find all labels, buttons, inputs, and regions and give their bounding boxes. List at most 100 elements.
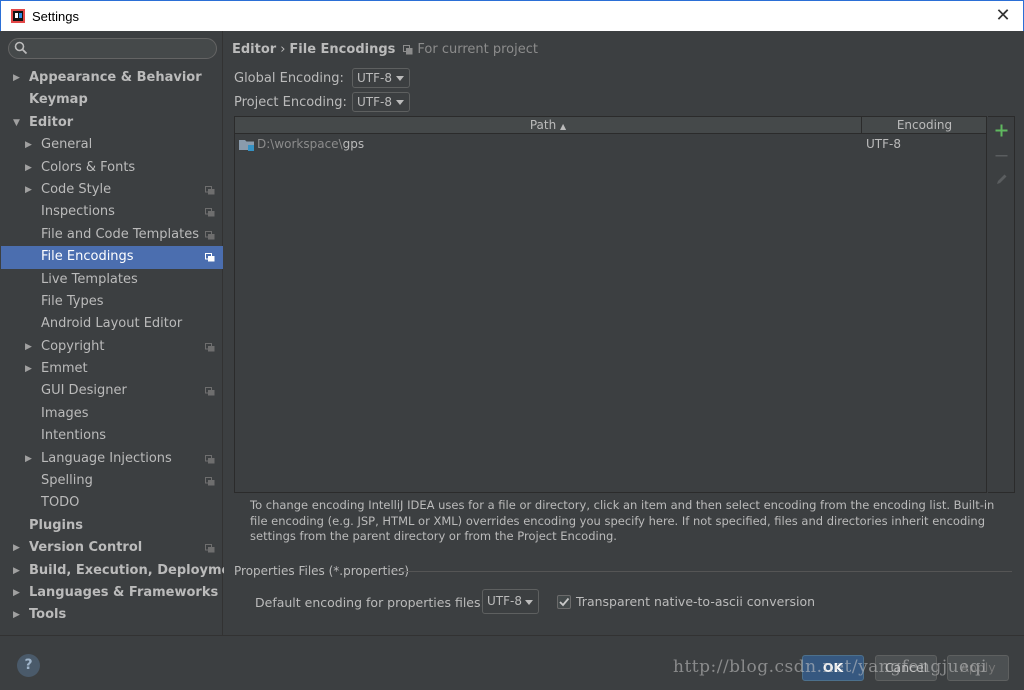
sidebar-item-label: File and Code Templates	[41, 226, 199, 242]
chevron-down-icon	[396, 76, 404, 81]
encoding-cell[interactable]: UTF-8	[866, 137, 901, 151]
sidebar-item-file-encodings[interactable]: File Encodings	[1, 246, 223, 269]
edit-mapping-button[interactable]	[988, 167, 1014, 191]
sidebar-item-emmet[interactable]: ▶ Emmet	[1, 358, 223, 380]
chevron-right-icon[interactable]: ▶	[13, 582, 20, 604]
chevron-right-icon[interactable]: ▶	[25, 157, 32, 179]
project-scope-icon	[205, 230, 215, 240]
sidebar-item-live-templates[interactable]: Live Templates	[1, 269, 223, 291]
plus-icon	[995, 124, 1007, 136]
sidebar-item-images[interactable]: Images	[1, 403, 223, 425]
sidebar-item-label: Images	[41, 405, 89, 421]
sidebar-item-label: Appearance & Behavior	[29, 70, 202, 85]
chevron-down-icon[interactable]: ▼	[13, 112, 20, 134]
sidebar-item-file-and-code-templates[interactable]: File and Code Templates	[1, 224, 223, 246]
sidebar-item-label: Build, Execution, Deployment	[29, 562, 246, 578]
sidebar-item-inspections[interactable]: Inspections	[1, 201, 223, 223]
sidebar-item-label: Emmet	[41, 361, 88, 377]
global-encoding-select[interactable]: UTF-8	[352, 68, 410, 88]
help-button[interactable]: ?	[17, 654, 40, 677]
search-input[interactable]	[8, 38, 217, 59]
sidebar-item-intentions[interactable]: Intentions	[1, 425, 223, 447]
sidebar-item-label: Spelling	[41, 473, 93, 489]
sidebar-item-keymap[interactable]: Keymap	[1, 89, 223, 111]
remove-mapping-button[interactable]	[988, 143, 1014, 167]
breadcrumb: Editor › File Encodings For current proj…	[232, 42, 538, 57]
sidebar-item-spelling[interactable]: Spelling	[1, 470, 223, 492]
close-window-button[interactable]: ✕	[993, 6, 1013, 26]
settings-tree: ▶ Appearance & Behavior Keymap ▼ Editor ▶ Gene…	[1, 67, 246, 627]
chevron-right-icon[interactable]: ▶	[13, 537, 20, 559]
sidebar-item-todo[interactable]: TODO	[1, 492, 223, 514]
chevron-right-icon[interactable]: ▶	[25, 336, 32, 358]
sidebar-item-gui-designer[interactable]: GUI Designer	[1, 380, 223, 402]
encoding-column-header[interactable]: Encoding	[863, 117, 986, 134]
sidebar-item-label: Inspections	[41, 204, 115, 220]
sidebar-item-appearance-behavior[interactable]: ▶ Appearance & Behavior	[1, 67, 223, 89]
global-encoding-value: UTF-8	[357, 71, 392, 85]
sidebar-item-label: Language Injections	[41, 450, 172, 466]
sidebar-item-label: Code Style	[41, 181, 112, 197]
project-scope-icon	[205, 342, 215, 352]
module-folder-icon	[239, 140, 254, 151]
sidebar-item-label: Live Templates	[41, 271, 138, 287]
chevron-right-icon[interactable]: ▶	[13, 604, 20, 626]
sidebar-item-build-execution-deployment[interactable]: ▶ Build, Execution, Deployment	[1, 560, 246, 582]
title-bar: Settings ✕	[0, 0, 1024, 31]
project-encoding-select[interactable]: UTF-8	[352, 92, 410, 112]
sidebar-item-languages-frameworks[interactable]: ▶ Languages & Frameworks	[1, 582, 223, 604]
add-mapping-button[interactable]	[988, 118, 1014, 142]
encoding-help-text: To change encoding IntelliJ IDEA uses fo…	[250, 498, 995, 543]
sidebar-item-android-layout-editor[interactable]: Android Layout Editor	[1, 313, 223, 335]
chevron-right-icon[interactable]: ▶	[13, 560, 20, 582]
encoding-mapping-table: Path ▲ Encoding D:\workspace\gps UTF-8	[234, 116, 987, 493]
sidebar-item-label: Version Control	[29, 540, 143, 556]
sidebar-item-label: Plugins	[29, 517, 83, 533]
breadcrumb-current: File Encodings	[289, 42, 396, 57]
sidebar-item-editor[interactable]: ▼ Editor	[1, 112, 223, 134]
sidebar-item-language-injections[interactable]: ▶ Language Injections	[1, 448, 223, 470]
intellij-logo-icon	[11, 9, 25, 23]
project-scope-icon	[205, 208, 215, 217]
breadcrumb-parent: Editor	[232, 42, 277, 57]
table-toolbar	[988, 116, 1015, 493]
properties-encoding-select[interactable]: UTF-8	[482, 589, 539, 614]
sidebar-item-copyright[interactable]: ▶ Copyright	[1, 336, 223, 358]
sort-ascending-icon: ▲	[560, 122, 567, 131]
sidebar-item-version-control[interactable]: ▶ Version Control	[1, 537, 223, 559]
sidebar-item-tools[interactable]: ▶ Tools	[1, 604, 223, 626]
sidebar-item-general[interactable]: ▶ General	[1, 134, 223, 156]
table-row[interactable]: D:\workspace\gps UTF-8	[235, 134, 986, 154]
file-encodings-panel: Editor › File Encodings For current proj…	[224, 31, 1024, 635]
dialog-footer: ? OK Cancel Apply http://blog.csdn.net/y…	[0, 635, 1024, 690]
sidebar-item-label: File Types	[41, 293, 104, 309]
sidebar-item-file-types[interactable]: File Types	[1, 291, 223, 313]
sidebar-item-label: General	[41, 137, 93, 153]
native-to-ascii-label[interactable]: Transparent native-to-ascii conversion	[576, 594, 815, 609]
breadcrumb-separator: ›	[280, 42, 286, 57]
project-scope-icon	[205, 454, 215, 464]
sidebar-item-plugins[interactable]: Plugins	[1, 515, 223, 537]
chevron-down-icon	[525, 600, 533, 605]
chevron-right-icon[interactable]: ▶	[25, 448, 32, 470]
native-to-ascii-checkbox[interactable]	[557, 595, 571, 609]
chevron-right-icon[interactable]: ▶	[25, 134, 32, 156]
chevron-right-icon[interactable]: ▶	[25, 179, 32, 201]
path-column-header[interactable]: Path ▲	[235, 117, 862, 134]
project-scope-icon	[205, 185, 215, 195]
sidebar-item-label: Colors & Fonts	[41, 159, 136, 175]
minus-icon	[995, 154, 1007, 156]
project-scope-icon	[205, 387, 215, 396]
chevron-right-icon[interactable]: ▶	[13, 67, 20, 89]
path-column-label: Path	[529, 118, 557, 132]
settings-sidebar: ▶ Appearance & Behavior Keymap ▼ Editor ▶ Gene…	[1, 31, 246, 635]
sidebar-item-label: GUI Designer	[41, 383, 127, 399]
sidebar-item-code-style[interactable]: ▶ Code Style	[1, 179, 223, 201]
sidebar-item-colors-fonts[interactable]: ▶ Colors & Fonts	[1, 157, 223, 179]
chevron-right-icon[interactable]: ▶	[25, 358, 32, 380]
breadcrumb-scope-hint: For current project	[417, 42, 538, 57]
pencil-icon	[996, 174, 1006, 184]
path-cell: D:\workspace\gps	[257, 137, 364, 151]
section-divider	[394, 571, 1012, 572]
project-scope-icon	[205, 544, 215, 553]
